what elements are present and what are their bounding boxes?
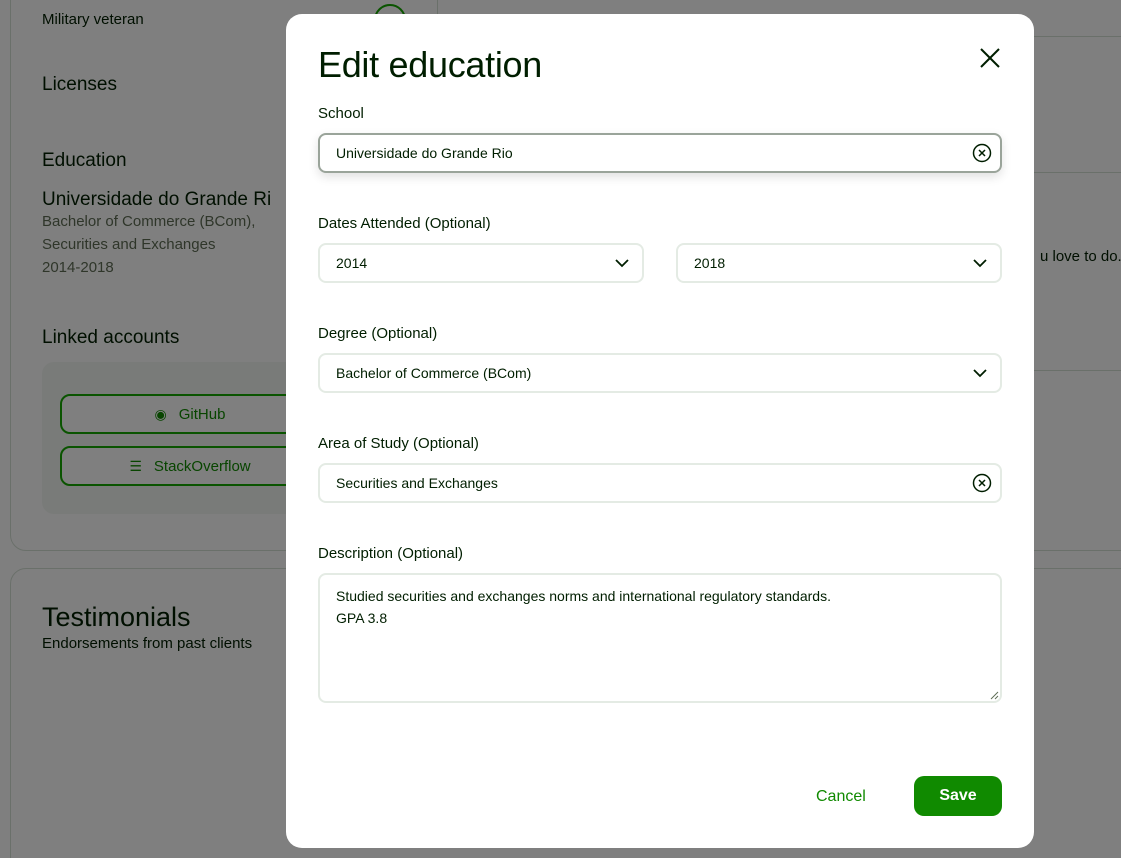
degree-label: Degree (Optional)	[318, 325, 438, 342]
area-input[interactable]: Securities and Exchanges	[318, 463, 1002, 503]
date-to-select[interactable]: 2018	[676, 243, 1002, 283]
close-button[interactable]	[976, 44, 1004, 72]
cancel-button[interactable]: Cancel	[816, 788, 866, 806]
date-from-value: 2014	[336, 255, 368, 271]
school-input[interactable]: Universidade do Grande Rio	[318, 133, 1002, 173]
dates-label: Dates Attended (Optional)	[318, 215, 491, 232]
school-label: School	[318, 105, 364, 122]
save-button[interactable]: Save	[914, 776, 1002, 816]
area-value: Securities and Exchanges	[336, 475, 498, 491]
edit-education-modal: Edit education School Universidade do Gr…	[286, 14, 1034, 848]
area-label: Area of Study (Optional)	[318, 435, 479, 452]
chevron-down-icon	[973, 259, 987, 268]
chevron-down-icon	[615, 259, 629, 268]
clear-school-icon[interactable]	[972, 143, 992, 163]
school-value: Universidade do Grande Rio	[336, 145, 513, 161]
chevron-down-icon	[973, 369, 987, 378]
degree-value: Bachelor of Commerce (BCom)	[336, 365, 532, 381]
degree-select[interactable]: Bachelor of Commerce (BCom)	[318, 353, 1002, 393]
close-icon	[980, 48, 1000, 68]
description-label: Description (Optional)	[318, 545, 464, 562]
date-from-select[interactable]: 2014	[318, 243, 644, 283]
description-textarea[interactable]: Studied securities and exchanges norms a…	[318, 573, 1002, 703]
date-to-value: 2018	[694, 255, 726, 271]
modal-title: Edit education	[318, 44, 542, 85]
resize-handle-icon[interactable]	[989, 690, 999, 700]
clear-area-icon[interactable]	[972, 473, 992, 493]
